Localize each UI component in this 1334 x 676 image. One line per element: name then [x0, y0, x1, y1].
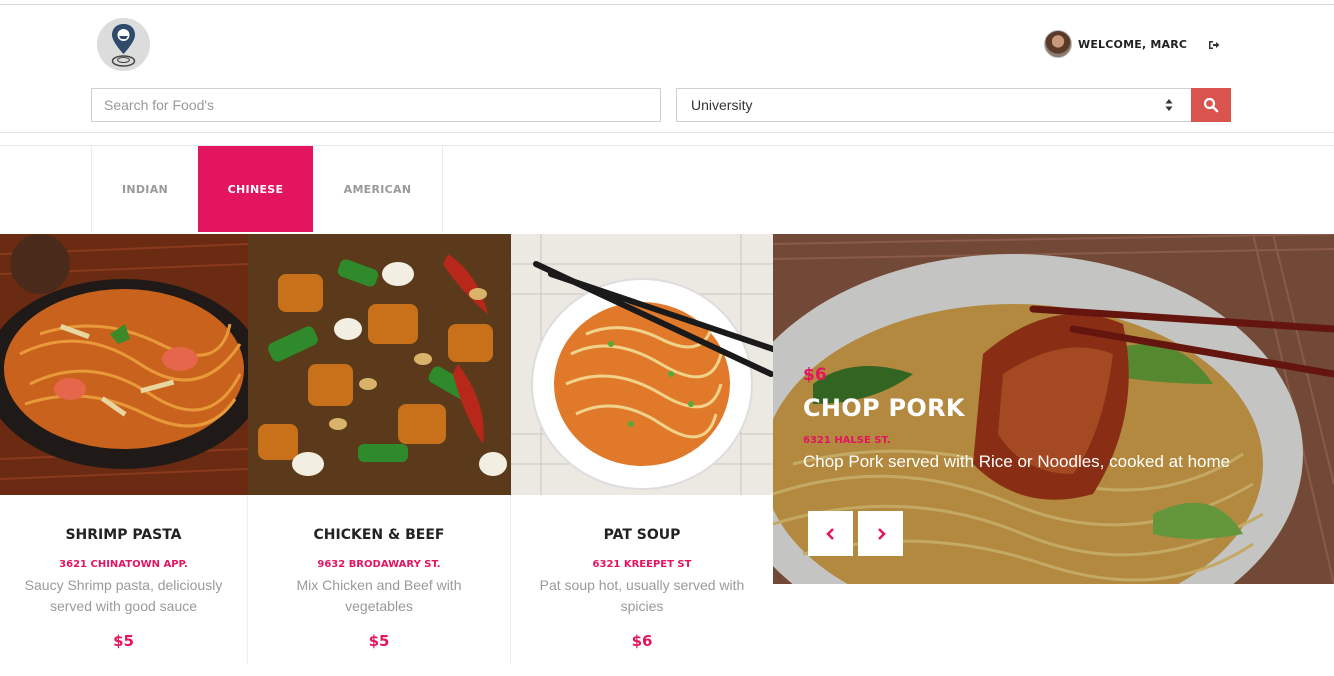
featured-slide[interactable]: $6 CHOP PORK 6321 HALSE ST. Chop Pork se… [773, 234, 1334, 584]
food-card-body: SHRIMP PASTA 3621 CHINATOWN APP. Saucy S… [0, 495, 247, 664]
food-title: CHICKEN & BEEF [313, 527, 445, 543]
select-arrows-icon [1165, 99, 1173, 111]
food-price: $5 [113, 632, 134, 650]
food-title: PAT SOUP [603, 527, 681, 543]
tab-chinese[interactable]: CHINESE [198, 146, 313, 232]
food-card-body: PAT SOUP 6321 KREEPET ST Pat soup hot, u… [511, 495, 773, 664]
chevron-right-icon [877, 527, 886, 540]
food-description: Mix Chicken and Beef with vegetables [296, 577, 462, 614]
featured-address: 6321 HALSE ST. [803, 435, 891, 446]
carousel-next-button[interactable] [858, 511, 903, 556]
sign-out-icon[interactable] [1207, 38, 1221, 52]
featured-title: CHOP PORK [803, 394, 965, 422]
food-description: Saucy Shrimp pasta, deliciously served w… [24, 577, 223, 614]
food-card-body: CHICKEN & BEEF 9632 BRODAWARY ST. Mix Ch… [248, 495, 510, 664]
chevron-left-icon [825, 527, 834, 540]
search-icon [1203, 97, 1219, 113]
chicken-beef-image [248, 234, 511, 495]
food-address: 9632 BRODAWARY ST. [317, 559, 441, 570]
carousel-prev-button[interactable] [808, 511, 853, 556]
search-button[interactable] [1191, 88, 1231, 122]
food-price: $6 [631, 632, 653, 650]
featured-description: Chop Pork served with Rice or Noodles, c… [803, 452, 1231, 471]
food-search-input[interactable] [91, 88, 661, 122]
featured-price: $6 [803, 365, 827, 385]
location-select-value: University [691, 97, 753, 113]
food-description: Pat soup hot, usually served with spicie… [539, 577, 745, 614]
food-address: 3621 CHINATOWN APP. [59, 559, 188, 570]
food-card[interactable]: PAT SOUP 6321 KREEPET ST Pat soup hot, u… [511, 234, 773, 664]
avatar[interactable] [1044, 30, 1072, 58]
food-card[interactable]: SHRIMP PASTA 3621 CHINATOWN APP. Saucy S… [0, 234, 248, 664]
tab-american[interactable]: AMERICAN [313, 146, 443, 232]
food-card[interactable]: CHICKEN & BEEF 9632 BRODAWARY ST. Mix Ch… [248, 234, 511, 664]
shrimp-pasta-image [0, 234, 248, 495]
site-header: WELCOME, MARC University [0, 5, 1334, 133]
location-select[interactable]: University [676, 88, 1192, 122]
food-price: $5 [368, 632, 390, 650]
food-title: SHRIMP PASTA [65, 527, 182, 543]
food-address: 6321 KREEPET ST [592, 559, 692, 570]
tab-indian[interactable]: INDIAN [91, 146, 198, 232]
user-welcome[interactable]: WELCOME, MARC [1044, 30, 1187, 58]
welcome-text: WELCOME, MARC [1078, 37, 1188, 51]
pat-soup-image [511, 234, 773, 495]
map-pin-food-logo[interactable] [97, 18, 150, 71]
